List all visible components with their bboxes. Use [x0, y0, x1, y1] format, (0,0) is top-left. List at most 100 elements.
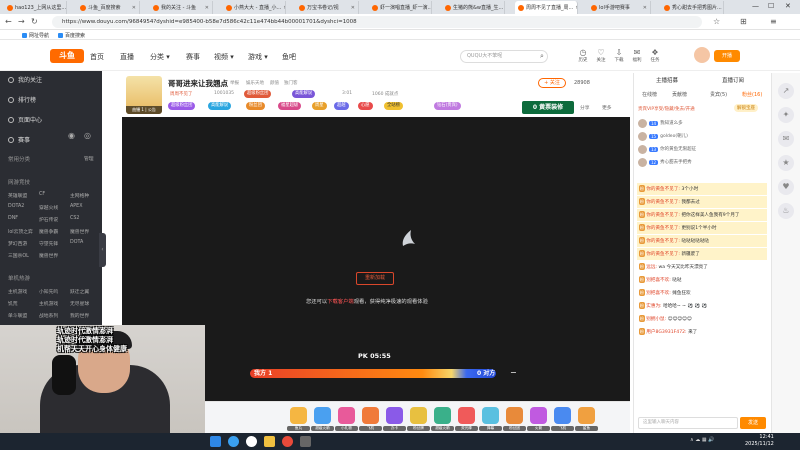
status-badge[interactable]: 周星 [312, 102, 327, 110]
sidebar-item-events[interactable]: 赛事 [8, 135, 30, 144]
sidebar-category-link[interactable]: 三国杀OL [8, 252, 29, 259]
anchor-avatar[interactable]: 曲鳗 1 | 公告 [126, 76, 162, 114]
back-icon[interactable]: ← [5, 17, 12, 26]
gift-item[interactable]: 荧光棒 [455, 407, 478, 431]
clock[interactable]: 12:41 2025/11/12 [745, 434, 774, 448]
minimize-icon[interactable]: — [752, 2, 759, 10]
nav-video[interactable]: 视频 ▾ [214, 52, 234, 62]
nav-fishbar[interactable]: 鱼吧 [282, 52, 296, 62]
sidebar-category-link[interactable]: 小知先鸣 [39, 288, 58, 295]
browser-tab[interactable]: 周周不见了直播_周...✕ [515, 1, 578, 14]
nav-events[interactable]: 赛事 [186, 52, 200, 62]
download-client-link[interactable]: 下载客户端 [327, 299, 354, 305]
sidebar-category-link[interactable]: 炉石传说 [39, 216, 58, 223]
gift-item[interactable]: 飞机 [551, 407, 574, 431]
close-tab-icon[interactable]: ✕ [575, 5, 577, 11]
status-badge[interactable]: 超越 [334, 102, 349, 110]
close-tab-icon[interactable]: ✕ [283, 5, 285, 11]
gift-item[interactable]: 粉丝牌 [407, 407, 430, 431]
tag-link[interactable]: 独门客 [284, 80, 298, 86]
close-tab-icon[interactable]: ✕ [351, 5, 355, 11]
sidebar-item-rank[interactable]: 排行榜 [8, 95, 36, 104]
nav-category[interactable]: 分类 ▾ [150, 52, 170, 62]
manage-link[interactable]: 管理 [84, 155, 94, 162]
sidebar-item-center[interactable]: 页面中心 [8, 115, 42, 124]
gift-item[interactable]: 小礼物 [335, 407, 358, 431]
yellow-ticket-banner[interactable]: 0 黄票装修 [522, 101, 574, 114]
forward-icon[interactable]: → [18, 17, 25, 26]
more-link[interactable]: 更多 [602, 104, 612, 111]
task-button[interactable]: ❖ 任务 [648, 48, 662, 63]
search-icon[interactable]: ⌕ [540, 52, 544, 61]
browser-tab[interactable]: 小燕大大 - 直播_小...✕ [223, 1, 286, 14]
history-button[interactable]: ◷ 历史 [576, 48, 590, 63]
sidebar-category-link[interactable]: 战地系列 [39, 312, 58, 319]
tab-online-rank[interactable]: 在线榜 [642, 91, 657, 98]
sidebar-category-link[interactable]: CS2 [70, 216, 79, 221]
reload-button[interactable]: 重新加载 [356, 272, 394, 285]
sidebar-category-link[interactable]: 守望先锋 [39, 240, 58, 247]
status-badge[interactable]: 高能解说 [208, 102, 232, 110]
url-field[interactable]: https://www.douyu.com/9684954?dyshid=e98… [52, 16, 702, 28]
sidebar-category-link[interactable]: DOTA2 [8, 204, 24, 209]
status-badge[interactable]: 超级粉丝团 [244, 90, 272, 98]
sidebar-category-link[interactable]: 跃迁之翼 [70, 288, 89, 295]
sidebar-category-link[interactable]: 饥荒 [8, 300, 18, 307]
fans-icon[interactable]: ♥ [778, 179, 794, 195]
unlock-seat-button[interactable]: 解锁宝座 [734, 104, 758, 112]
gift-icon[interactable]: ✦ [778, 107, 794, 123]
tab-contribution[interactable]: 贡献榜 [672, 91, 687, 98]
bookmark-item[interactable]: 百度搜索 [58, 32, 85, 39]
gift-item[interactable]: 办卡 [383, 407, 406, 431]
download-button[interactable]: ⇩ 下载 [612, 48, 626, 63]
status-badge[interactable]: 超级粉丝团 [168, 102, 196, 110]
sidebar-category-link[interactable]: DOTA [70, 240, 83, 245]
extensions-icon[interactable]: ⊞ [740, 17, 747, 26]
gift-item[interactable]: 弹幕 [479, 407, 502, 431]
pk-collapse-button[interactable]: − [510, 368, 517, 377]
share-icon[interactable]: ↗ [778, 83, 794, 99]
sidebar-category-link[interactable]: 我的世界 [70, 312, 89, 319]
close-tab-icon[interactable]: ✕ [643, 5, 647, 11]
gift-item[interactable]: 火箭 [527, 407, 550, 431]
share-link[interactable]: 分享 [580, 104, 590, 111]
rank-row[interactable]: 15 goldeo(朝儿) [638, 130, 766, 142]
avatar[interactable] [694, 47, 710, 63]
folder-icon[interactable] [264, 436, 275, 447]
sidebar-category-link[interactable]: CF [39, 192, 45, 197]
browser-tab[interactable]: 生猪的熊&w直播_生...✕ [442, 1, 505, 14]
category-link[interactable]: 娱乐天地 [246, 80, 264, 86]
sidebar-category-link[interactable]: 魔兽世界 [39, 252, 58, 259]
app-icon[interactable] [300, 436, 311, 447]
status-badge[interactable]: 福星超级 [278, 102, 302, 110]
sidebar-category-link[interactable]: 无尽星球 [70, 300, 89, 307]
status-badge[interactable]: 高能解说 [292, 90, 316, 98]
rank-row[interactable]: 14 我知道么多 [638, 117, 766, 129]
status-badge[interactable]: 全站榜 [384, 102, 403, 110]
report-link[interactable]: 举报 [230, 80, 239, 86]
sidebar-category-link[interactable]: 主机游戏 [8, 288, 27, 295]
status-badge[interactable]: 钻石(贵宾) [434, 102, 461, 110]
sidebar-category-link[interactable]: 梦幻西游 [8, 240, 27, 247]
browser-tab[interactable]: 虾一演唱直播_虾一演...✕ [369, 1, 432, 14]
message-icon[interactable]: ✉ [778, 131, 794, 147]
gift-item[interactable]: 超级火箭 [311, 407, 334, 431]
chrome-icon[interactable] [246, 436, 257, 447]
sidebar-category-link[interactable]: 穿越火线 [39, 204, 58, 211]
sidebar-category-link[interactable]: lol云顶之弈 [8, 228, 33, 235]
douyu-logo[interactable]: 斗鱼 [50, 49, 84, 63]
subcategory-link[interactable]: 颜值 [270, 80, 279, 86]
app-icon[interactable] [282, 436, 293, 447]
browser-tab[interactable]: 斗鱼_百度搜索 ✕ [77, 1, 140, 14]
sidebar-category-link[interactable]: DNF [8, 216, 18, 221]
rank-row[interactable]: 12 秀心甜去手把秀 [638, 156, 766, 168]
search-input[interactable]: QUQU大不笨呢 [460, 50, 548, 63]
star-icon[interactable]: ★ [778, 155, 794, 171]
send-button[interactable]: 发送 [740, 417, 766, 429]
sidebar-category-link[interactable]: 英雄联盟 [8, 192, 27, 199]
edge-icon[interactable] [228, 436, 239, 447]
browser-tab[interactable]: 我的关注 - 斗鱼 ✕ [150, 1, 213, 14]
menu-icon[interactable]: ≡ [770, 17, 777, 26]
event-logo-icon[interactable]: ◉ [68, 131, 75, 140]
tab-fans[interactable]: 粉丝(16) [742, 91, 762, 98]
